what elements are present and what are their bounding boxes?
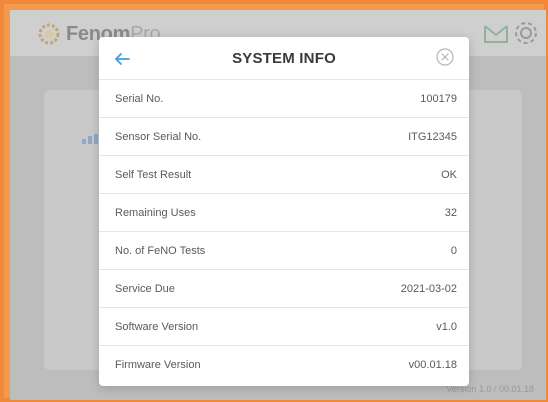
gear-icon[interactable]: [512, 20, 540, 46]
info-label: Self Test Result: [115, 168, 192, 181]
info-value: 2021-03-02: [400, 282, 457, 295]
info-value: OK: [441, 168, 457, 181]
info-row-service-due: Service Due 2021-03-02: [99, 269, 469, 307]
info-list: Serial No. 100179 Sensor Serial No. ITG1…: [99, 79, 469, 383]
chart-icon: [82, 134, 98, 144]
info-row-self-test-result: Self Test Result OK: [99, 155, 469, 193]
info-row-feno-tests: No. of FeNO Tests 0: [99, 231, 469, 269]
dialog-header: SYSTEM INFO: [99, 37, 469, 79]
close-circle-icon[interactable]: [435, 47, 455, 67]
inbox-check-icon[interactable]: [482, 20, 510, 46]
logo-mark-icon: [38, 23, 60, 45]
info-label: No. of FeNO Tests: [115, 244, 206, 257]
info-value: v00.01.18: [408, 358, 457, 371]
info-label: Service Due: [115, 282, 175, 295]
info-label: Remaining Uses: [115, 206, 196, 219]
info-value: 32: [444, 206, 457, 219]
info-value: v1.0: [436, 320, 457, 333]
info-row-remaining-uses: Remaining Uses 32: [99, 193, 469, 231]
info-label: Software Version: [115, 320, 199, 333]
info-row-serial-no: Serial No. 100179: [99, 79, 469, 117]
info-label: Serial No.: [115, 92, 164, 105]
info-value: 100179: [420, 92, 457, 105]
info-row-software-version: Software Version v1.0: [99, 307, 469, 345]
info-value: ITG12345: [408, 130, 457, 143]
info-label: Firmware Version: [115, 358, 201, 371]
system-info-dialog: SYSTEM INFO Serial No. 100179 Sensor Ser…: [99, 37, 469, 386]
device-frame: FenomPro Version 1.0 / 00.01.18 SYSTEM I…: [0, 0, 548, 402]
info-row-sensor-serial-no: Sensor Serial No. ITG12345: [99, 117, 469, 155]
info-value: 0: [450, 244, 457, 257]
info-label: Sensor Serial No.: [115, 130, 202, 143]
info-row-firmware-version: Firmware Version v00.01.18: [99, 345, 469, 383]
dialog-title: SYSTEM INFO: [232, 50, 336, 67]
device-screen: FenomPro Version 1.0 / 00.01.18 SYSTEM I…: [10, 10, 546, 400]
